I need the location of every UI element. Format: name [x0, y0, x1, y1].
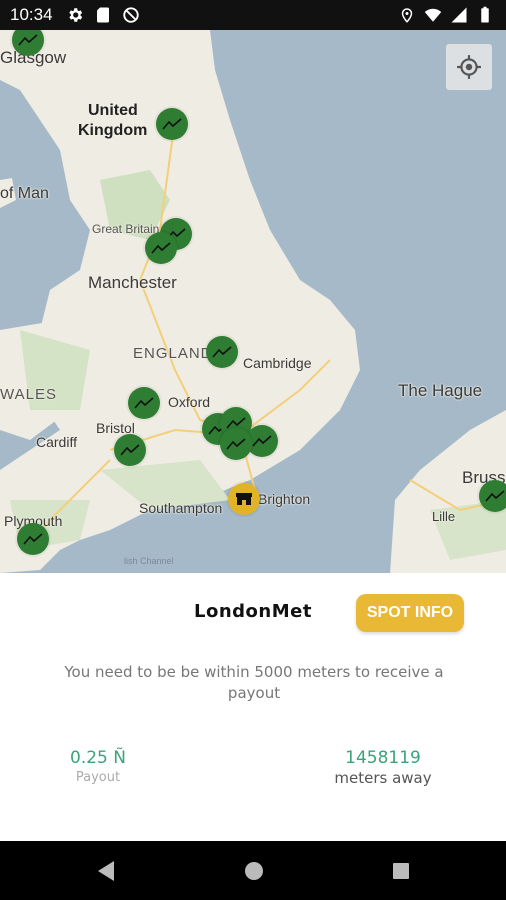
- spot-marker[interactable]: [145, 232, 177, 264]
- wifi-icon: [424, 8, 442, 22]
- trend-icon: [485, 490, 505, 502]
- map-view[interactable]: Glasgow United Kingdom of Man Great Brit…: [0, 30, 506, 573]
- map-label-uk-line2: Kingdom: [78, 122, 148, 139]
- trend-icon: [23, 533, 43, 545]
- my-location-icon: [457, 55, 481, 79]
- map-label-the-hague: The Hague: [398, 381, 483, 400]
- map-label-brighton: Brighton: [258, 491, 311, 507]
- distance-label: meters away: [334, 769, 432, 787]
- map-label-channel: lish Channel: [124, 556, 174, 566]
- spot-marker[interactable]: [17, 523, 49, 555]
- spot-marker[interactable]: [479, 480, 506, 512]
- spot-marker[interactable]: [128, 387, 160, 419]
- dnd-icon: [123, 7, 139, 23]
- trend-icon: [120, 444, 140, 456]
- map-label-oxford: Oxford: [168, 394, 211, 410]
- signal-icon: [451, 7, 467, 23]
- home-icon: [245, 862, 263, 880]
- map-label-england: ENGLAND: [133, 345, 213, 362]
- map-label-isle-of-man: of Man: [0, 185, 49, 202]
- distance-requirement-text: You need to be be within 5000 meters to …: [64, 663, 444, 702]
- system-nav-bar: [0, 841, 506, 900]
- recents-button[interactable]: [389, 859, 413, 883]
- trend-icon: [226, 438, 246, 450]
- trend-icon: [252, 435, 272, 447]
- distance-value: 1458119: [345, 748, 421, 768]
- payout-label: Payout: [75, 770, 121, 785]
- trend-icon: [162, 118, 182, 130]
- selected-spot-marker[interactable]: [228, 483, 260, 515]
- my-location-button[interactable]: [446, 44, 492, 90]
- spot-marker[interactable]: [114, 434, 146, 466]
- trend-icon: [18, 34, 38, 46]
- map-label-wales: WALES: [0, 386, 57, 403]
- map-label-southampton: Southampton: [139, 500, 223, 516]
- location-icon: [401, 8, 413, 23]
- map-label-manchester: Manchester: [88, 273, 177, 292]
- battery-icon: [481, 6, 489, 23]
- distance-stat: 1458119 meters away: [313, 748, 453, 787]
- settings-icon: [69, 8, 83, 22]
- map-label-cardiff: Cardiff: [36, 434, 77, 450]
- spot-info-button[interactable]: SPOT INFO: [356, 594, 464, 632]
- sd-card-icon: [97, 7, 109, 23]
- trend-icon: [151, 242, 171, 254]
- map-label-uk-line1: United: [88, 102, 138, 119]
- trend-icon: [134, 397, 154, 409]
- spot-marker[interactable]: [156, 108, 188, 140]
- recents-icon: [393, 863, 409, 879]
- status-bar: 10:34: [0, 0, 506, 30]
- payout-value: 0.25 Ñ: [70, 748, 126, 768]
- back-button[interactable]: [94, 859, 118, 883]
- home-button[interactable]: [242, 859, 266, 883]
- back-icon: [98, 861, 114, 881]
- trend-icon: [212, 346, 232, 358]
- map-label-lille: Lille: [432, 509, 456, 524]
- status-time: 10:34: [10, 5, 53, 24]
- spot-marker[interactable]: [220, 428, 252, 460]
- payout-stat: 0.25 Ñ Payout: [48, 748, 148, 785]
- map-label-great-britain: Great Britain: [92, 222, 160, 236]
- spot-marker[interactable]: [206, 336, 238, 368]
- store-icon: [236, 493, 252, 505]
- map-label-cambridge: Cambridge: [243, 355, 312, 371]
- spot-info-panel: LondonMet SPOT INFO You need to be be wi…: [0, 573, 506, 841]
